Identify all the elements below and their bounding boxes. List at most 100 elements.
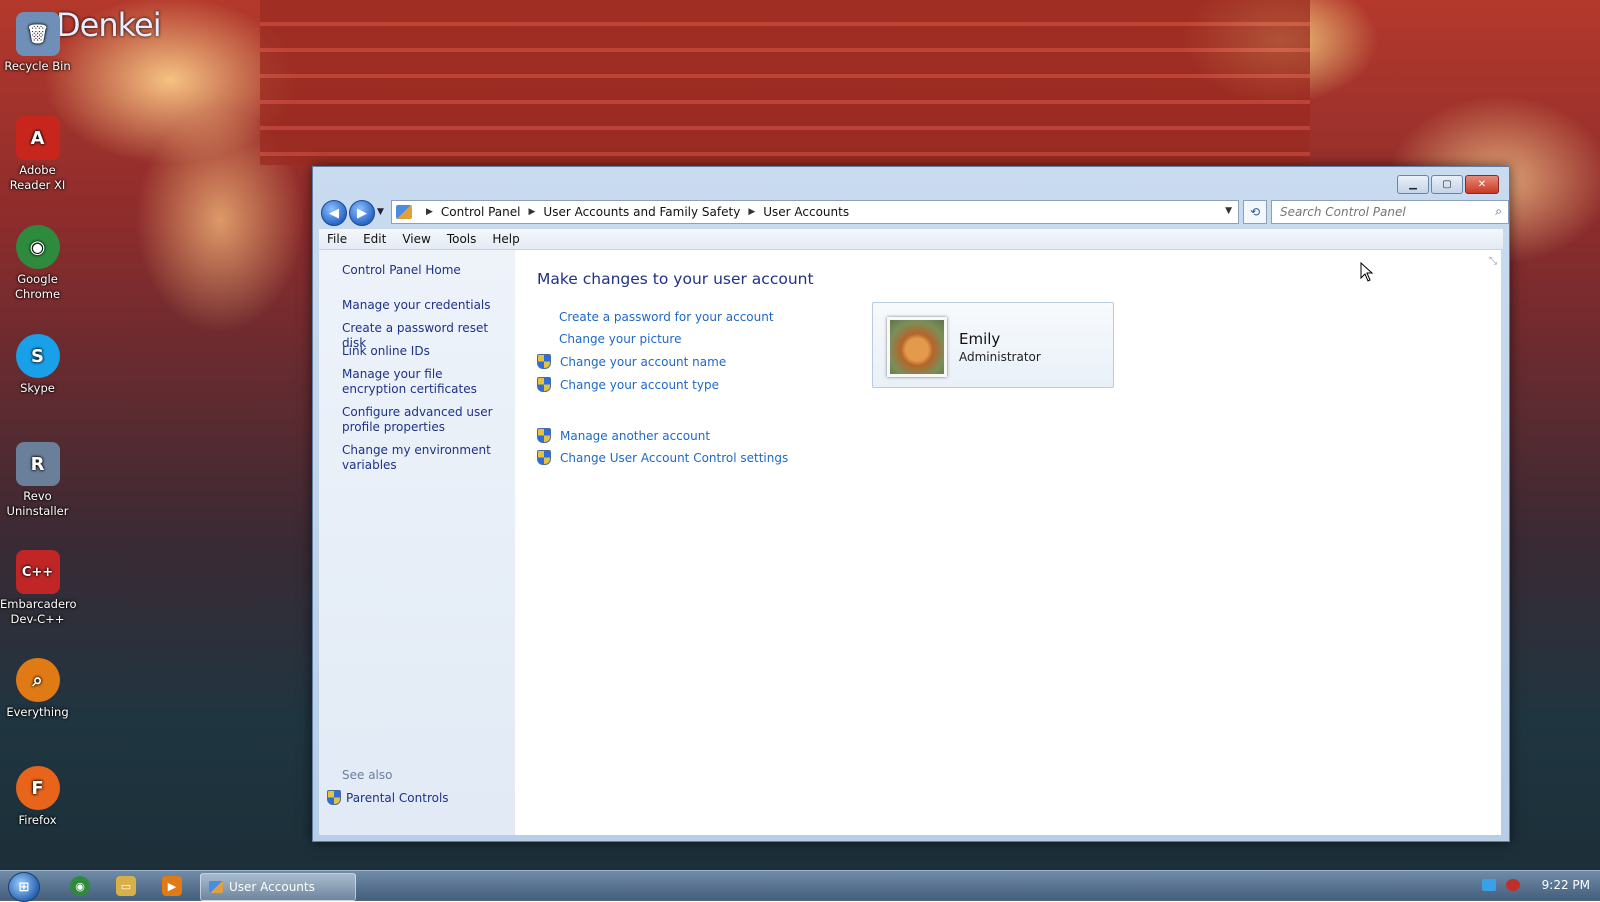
parental-controls-link[interactable]: Parental Controls: [327, 790, 449, 805]
control-panel-icon: [396, 205, 412, 219]
desktop-icon-skype[interactable]: S Skype: [0, 334, 75, 396]
manage-credentials-link[interactable]: Manage your credentials: [342, 298, 510, 313]
desktop-icon-label: Recycle Bin: [4, 59, 71, 73]
chrome-icon: ◉: [15, 225, 60, 269]
environment-variables-link[interactable]: Change my environment variables: [342, 443, 510, 473]
user-role: Administrator: [959, 350, 1041, 364]
menu-edit[interactable]: Edit: [355, 232, 394, 246]
system-tray: 9:22 PM: [1481, 878, 1590, 892]
desktop-icon-label: Embarcadero Dev-C++: [0, 597, 77, 626]
desktop-icon-label: Google Chrome: [14, 272, 61, 301]
change-account-name-link[interactable]: Change your account name: [537, 354, 726, 369]
breadcrumb-separator-icon[interactable]: ▶: [426, 207, 433, 217]
mouse-cursor-icon: [1360, 262, 1374, 282]
desktop-icon-recycle-bin[interactable]: 🗑 Recycle Bin: [0, 12, 75, 74]
taskbar-task-label: User Accounts: [229, 880, 315, 894]
advanced-profile-properties-link[interactable]: Configure advanced user profile properti…: [342, 405, 510, 435]
maximize-button[interactable]: ▢: [1431, 175, 1463, 194]
manage-another-account-label: Manage another account: [560, 428, 711, 443]
clock[interactable]: 9:22 PM: [1542, 878, 1590, 892]
breadcrumb-user-accounts-family-safety[interactable]: User Accounts and Family Safety: [543, 205, 740, 219]
change-account-type-label: Change your account type: [560, 377, 719, 392]
taskbar-media-player-icon[interactable]: ▶: [162, 876, 182, 896]
search-icon[interactable]: ⌕: [1495, 204, 1502, 219]
desktop-icon-label: Firefox: [18, 813, 57, 827]
control-panel-home-link[interactable]: Control Panel Home: [342, 263, 510, 278]
desktop-icon-dev-cpp[interactable]: C++ Embarcadero Dev-C++: [0, 550, 77, 627]
pane-resize-icon[interactable]: ⤡: [1489, 256, 1497, 267]
change-account-type-link[interactable]: Change your account type: [537, 377, 719, 392]
skype-icon: S: [15, 334, 60, 378]
desktop-icon-firefox[interactable]: F Firefox: [0, 766, 75, 828]
change-account-name-label: Change your account name: [560, 354, 727, 369]
create-password-label: Create a password for your account: [559, 310, 774, 324]
desktop-icon-adobe-reader[interactable]: A Adobe Reader XI: [0, 116, 75, 193]
taskbar: ⊞ ◉ ▭ ▶ User Accounts 9:22 PM: [0, 870, 1600, 902]
start-button[interactable]: ⊞: [8, 872, 40, 902]
refresh-button[interactable]: ⟲: [1243, 200, 1267, 224]
revo-uninstaller-icon: R: [15, 442, 60, 486]
desktop-icon-label: Revo Uninstaller: [6, 489, 69, 518]
uac-shield-icon: [537, 377, 551, 392]
user-name: Emily: [959, 330, 1001, 348]
breadcrumb-separator-icon[interactable]: ▶: [529, 207, 536, 217]
taskbar-user-accounts-button[interactable]: User Accounts: [200, 873, 356, 901]
change-picture-link[interactable]: Change your picture: [537, 332, 681, 346]
breadcrumb-control-panel[interactable]: Control Panel: [441, 205, 521, 219]
link-online-ids-link[interactable]: Link online IDs: [342, 344, 510, 359]
minimize-button[interactable]: ▁: [1397, 175, 1429, 194]
navigation-bar: ◀ ▶ ▼ ▶ Control Panel ▶ User Accounts an…: [321, 199, 1509, 226]
uac-settings-link[interactable]: Change User Account Control settings: [537, 450, 788, 465]
desktop-icon-google-chrome[interactable]: ◉ Google Chrome: [0, 225, 75, 302]
see-also-heading: See also: [342, 768, 393, 782]
breadcrumb-separator-icon[interactable]: ▶: [748, 207, 755, 217]
create-password-link[interactable]: Create a password for your account: [537, 310, 774, 324]
adobe-reader-icon: A: [15, 116, 60, 160]
dev-cpp-icon: C++: [15, 550, 60, 594]
uac-shield-icon: [327, 790, 341, 805]
security-icon[interactable]: [1505, 879, 1520, 891]
taskbar-explorer-icon[interactable]: ▭: [116, 876, 136, 896]
desktop-icon-label: Adobe Reader XI: [9, 163, 66, 192]
file-encryption-certificates-link[interactable]: Manage your file encryption certificates: [342, 367, 510, 397]
everything-search-icon: ⌕: [15, 658, 60, 702]
wallpaper-torii-gates: [260, 0, 1310, 165]
user-account-card: Emily Administrator: [872, 302, 1114, 388]
uac-shield-icon: [537, 354, 551, 369]
user-accounts-window: ▁ ▢ ✕ ◀ ▶ ▼ ▶ Control Panel ▶ User Accou…: [312, 166, 1510, 842]
taskbar-chrome-icon[interactable]: ◉: [70, 876, 90, 896]
content-area: Control Panel Home Manage your credentia…: [319, 250, 1501, 835]
address-dropdown-icon[interactable]: ▼: [1225, 206, 1232, 216]
desktop-icon-everything[interactable]: ⌕ Everything: [0, 658, 75, 720]
menu-bar: File Edit View Tools Help: [319, 229, 1503, 250]
page-title: Make changes to your user account: [537, 270, 814, 288]
search-input[interactable]: [1278, 204, 1482, 220]
desktop-icon-label: Skype: [20, 381, 55, 395]
menu-tools[interactable]: Tools: [439, 232, 485, 246]
search-box[interactable]: ⌕: [1271, 200, 1509, 224]
menu-help[interactable]: Help: [484, 232, 527, 246]
change-picture-label: Change your picture: [559, 332, 682, 346]
menu-view[interactable]: View: [394, 232, 438, 246]
window-controls: ▁ ▢ ✕: [1397, 175, 1499, 194]
left-task-pane: Control Panel Home Manage your credentia…: [319, 250, 515, 835]
breadcrumb-user-accounts[interactable]: User Accounts: [763, 205, 849, 219]
desktop-icon-label: Everything: [6, 705, 69, 719]
address-bar[interactable]: ▶ Control Panel ▶ User Accounts and Fami…: [391, 200, 1239, 224]
recycle-bin-icon: 🗑: [15, 12, 60, 56]
forward-button[interactable]: ▶: [349, 200, 375, 226]
avatar: [887, 317, 947, 377]
desktop-icon-revo-uninstaller[interactable]: R Revo Uninstaller: [0, 442, 75, 519]
menu-file[interactable]: File: [319, 232, 355, 246]
recent-pages-dropdown-icon[interactable]: ▼: [377, 207, 384, 217]
network-icon[interactable]: [1481, 879, 1496, 891]
firefox-icon: F: [15, 766, 60, 810]
parental-controls-label: Parental Controls: [346, 790, 449, 805]
close-button[interactable]: ✕: [1465, 175, 1499, 194]
uac-settings-label: Change User Account Control settings: [560, 450, 789, 465]
back-button[interactable]: ◀: [321, 200, 347, 226]
uac-shield-icon: [537, 428, 551, 443]
manage-another-account-link[interactable]: Manage another account: [537, 428, 710, 443]
control-panel-icon: [209, 881, 223, 893]
uac-shield-icon: [537, 450, 551, 465]
